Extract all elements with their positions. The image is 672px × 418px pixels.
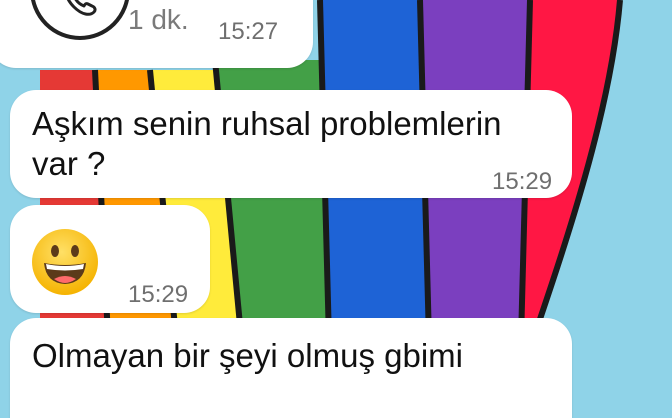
text-message-bubble[interactable]: Aşkım senin ruhsal problemlerin var ? 15… (10, 90, 572, 198)
message-timestamp: 15:27 (218, 18, 279, 45)
phone-icon (66, 0, 97, 16)
call-message-bubble[interactable]: 1 dk. 15:27 (0, 0, 313, 68)
call-duration: 1 dk. (128, 4, 189, 35)
call-icon-circle (30, 0, 130, 40)
emoji-message-bubble[interactable]: 15:29 (10, 205, 210, 313)
message-timestamp: 15:29 (492, 168, 553, 195)
message-timestamp: 15:29 (128, 281, 189, 308)
grinning-face-emoji (32, 229, 98, 295)
message-text-line: Aşkım senin ruhsal problemlerin (32, 105, 502, 142)
message-text-line: var ? (32, 145, 106, 182)
message-text-line: Olmayan bir şeyi olmuş gbimi (32, 337, 463, 374)
text-message-bubble[interactable]: Olmayan bir şeyi olmuş gbimi (10, 318, 572, 418)
